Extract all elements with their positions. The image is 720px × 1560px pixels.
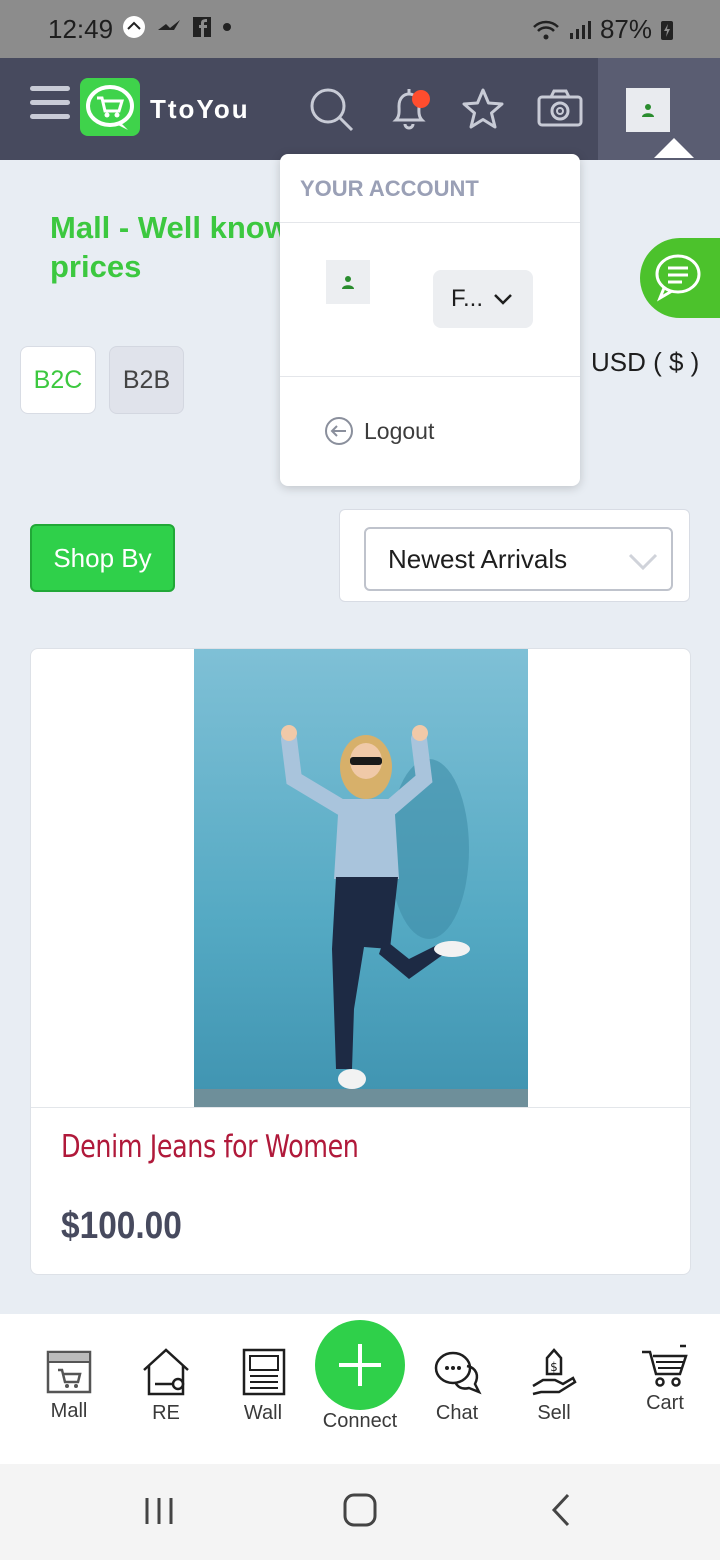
account-selector-value: F... (451, 285, 484, 312)
account-selector[interactable]: F... (433, 270, 533, 328)
nav-cart[interactable]: Cart (616, 1314, 714, 1415)
search-icon[interactable] (308, 86, 354, 132)
account-avatar-button[interactable] (598, 58, 720, 160)
recent-apps-icon[interactable] (143, 1494, 175, 1528)
plus-icon (339, 1344, 381, 1386)
sell-money-hand-icon: $ (532, 1348, 577, 1396)
nav-sell-label: Sell (537, 1402, 571, 1424)
status-system-icons: 87% (532, 14, 674, 45)
bottom-navigation: Mall RE Wall Connect Chat $ Sell Cart (0, 1314, 720, 1464)
wall-newspaper-icon (242, 1348, 286, 1396)
camera-icon[interactable] (536, 86, 584, 132)
nav-connect-button[interactable] (315, 1320, 405, 1410)
wifi-icon (533, 20, 559, 39)
dot-icon (223, 23, 231, 31)
chevron-down-icon (494, 294, 512, 305)
cart-icon (642, 1344, 688, 1387)
chat-bubble-icon (655, 254, 701, 302)
product-card[interactable]: Denim Jeans for Women $100.00 (30, 648, 691, 1275)
account-dropdown-menu: YOUR ACCOUNT F... Logout (280, 154, 580, 486)
logout-icon (325, 417, 353, 445)
nav-sell[interactable]: $ Sell (505, 1314, 603, 1425)
cart-logo-icon (86, 85, 134, 130)
sort-select[interactable]: Newest Arrivals (364, 527, 673, 591)
battery-percent: 87% (599, 14, 652, 44)
dropdown-caret (654, 138, 694, 158)
favorites-star-icon[interactable] (460, 86, 506, 132)
real-estate-house-icon (143, 1348, 189, 1396)
app-logo[interactable] (80, 78, 140, 136)
b2b-toggle[interactable]: B2B (109, 346, 184, 414)
nav-chat[interactable]: Chat (408, 1314, 506, 1425)
product-image[interactable] (194, 649, 528, 1107)
nav-re-label: RE (152, 1402, 180, 1424)
app-header: TtoYou (0, 58, 720, 160)
promo-text-line1: Mall - Well know (50, 210, 289, 245)
system-navigation-bar (0, 1464, 720, 1560)
brand-name[interactable]: TtoYou (150, 94, 250, 125)
notifications-bell-icon[interactable] (386, 86, 432, 132)
menu-icon[interactable] (30, 86, 70, 124)
product-title[interactable]: Denim Jeans for Women (61, 1129, 359, 1165)
mall-store-icon (46, 1350, 92, 1394)
logout-button[interactable]: Logout (324, 416, 434, 446)
status-bar: 12:49 87% (0, 0, 720, 58)
nav-mall[interactable]: Mall (20, 1314, 118, 1423)
facebook-icon (193, 17, 211, 37)
account-menu-divider (280, 222, 580, 223)
user-avatar-icon (342, 276, 354, 289)
b2c-toggle[interactable]: B2C (20, 346, 96, 414)
signal-icon (569, 20, 591, 39)
nav-cart-label: Cart (646, 1392, 684, 1414)
sort-container: Newest Arrivals (339, 509, 690, 602)
account-avatar (326, 260, 370, 304)
bird-notification-icon (158, 20, 180, 30)
battery-charging-icon (661, 20, 673, 40)
home-icon[interactable] (342, 1492, 378, 1528)
nav-connect-label[interactable]: Connect (300, 1410, 420, 1433)
app-notification-icon (123, 16, 145, 38)
notification-badge (412, 90, 430, 108)
promo-text-line2: prices (50, 249, 142, 284)
product-price: $100.00 (61, 1205, 182, 1247)
woman-posing-illustration (194, 725, 528, 1107)
card-divider (31, 1107, 690, 1108)
svg-text:$: $ (550, 1360, 558, 1374)
nav-chat-label: Chat (435, 1402, 479, 1424)
chevron-down-icon (628, 553, 658, 571)
floating-chat-button[interactable] (640, 238, 720, 318)
back-icon[interactable] (548, 1492, 574, 1528)
user-avatar (626, 88, 670, 132)
nav-wall-label: Wall (243, 1402, 283, 1424)
logout-label: Logout (364, 417, 435, 444)
nav-mall-label: Mall (50, 1400, 88, 1422)
nav-re[interactable]: RE (117, 1314, 215, 1425)
status-notification-icons (122, 15, 232, 39)
shop-by-button[interactable]: Shop By (30, 524, 175, 592)
sort-selected-value: Newest Arrivals (388, 543, 568, 574)
account-menu-divider (280, 376, 580, 377)
currency-selector[interactable]: USD ( $ ) (591, 347, 699, 378)
user-avatar-icon (642, 104, 654, 117)
chat-icon (434, 1351, 482, 1395)
nav-wall[interactable]: Wall (214, 1314, 312, 1425)
status-time: 12:49 (48, 14, 114, 44)
account-menu-heading: YOUR ACCOUNT (300, 176, 479, 201)
